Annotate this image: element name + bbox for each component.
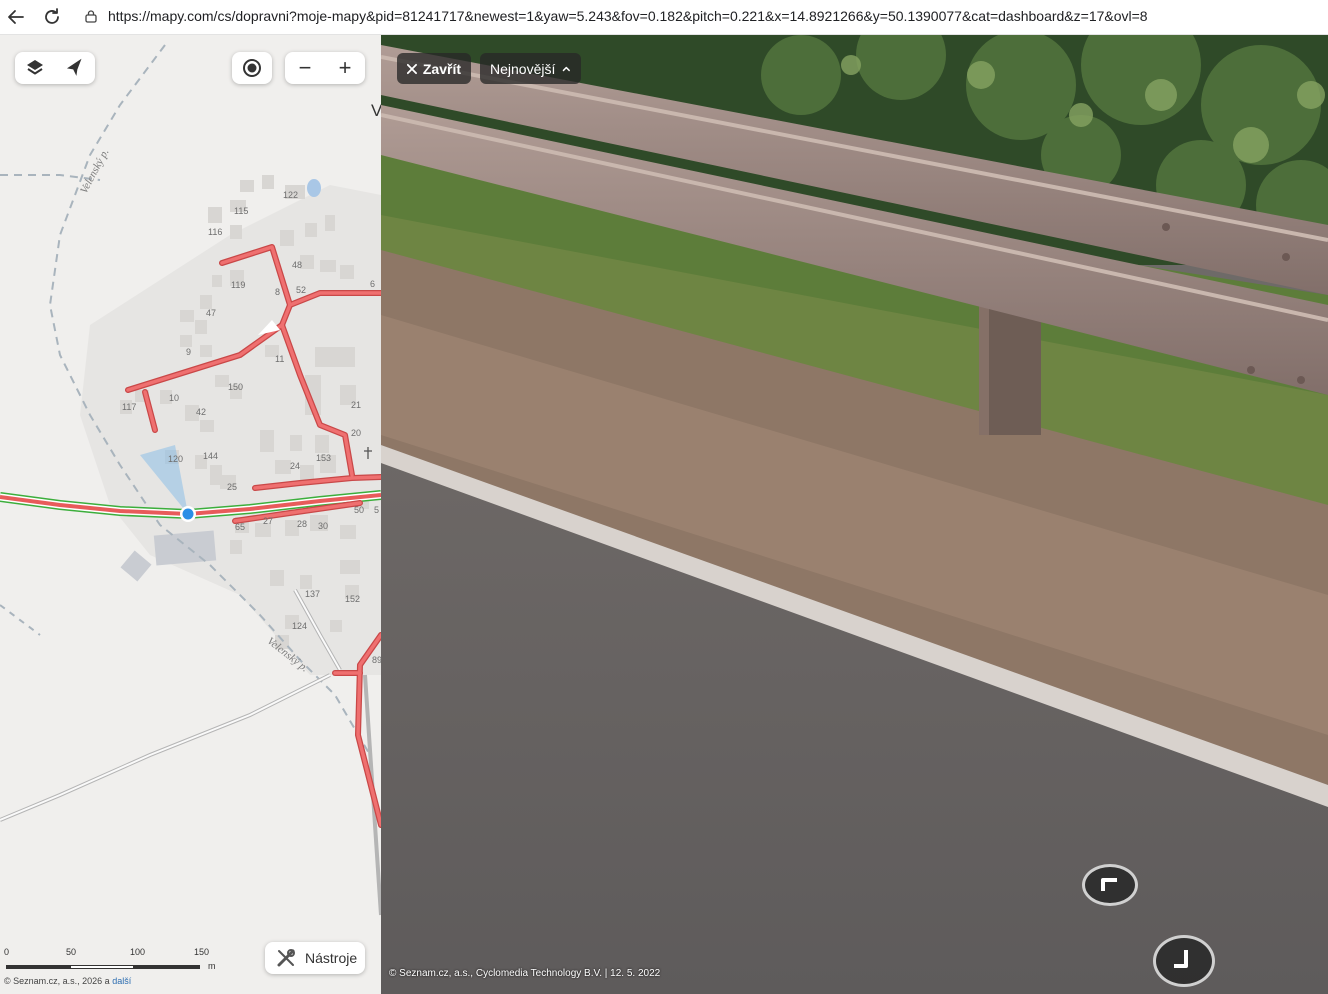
locate-control [232,52,272,84]
partial-place-label: V [371,101,381,120]
panorama-image[interactable] [381,35,1328,994]
scale-segment [134,965,200,969]
house-number: 152 [345,594,361,604]
back-button[interactable] [4,5,28,29]
house-number: 48 [292,260,303,270]
newest-dropdown[interactable]: Nejnovější [480,53,581,84]
scale-tick: 150 [194,947,210,957]
map-mode-controls [15,52,95,84]
house-number: 116 [208,227,223,237]
pano-arrow-icon [1101,878,1117,891]
house-number: 9 [186,347,192,357]
zoom-in-button[interactable]: + [325,52,365,84]
page-info-icon[interactable] [84,9,98,23]
house-number: 8 [275,287,281,297]
tools-button[interactable]: Nástroje [265,942,365,974]
house-number: 42 [196,407,207,417]
house-number: 115 [234,206,249,216]
locate-button[interactable] [232,52,272,84]
pano-arrow-icon [1174,950,1188,968]
chevron-up-icon [563,66,571,71]
house-number: 25 [227,482,238,492]
layers-button[interactable] [15,52,55,84]
scale-unit: m [208,961,216,971]
copyright-more-link[interactable]: další [112,976,131,986]
house-number: 6 [370,279,376,289]
house-number: 47 [206,308,217,318]
address-bar[interactable]: https://mapy.com/cs/dopravni?moje-mapy&p… [108,8,1148,24]
house-number: 10 [169,393,180,403]
panorama-credit: © Seznam.cz, a.s., Cyclomedia Technology… [389,968,661,979]
scale-segment [6,965,70,969]
scale-segment [70,965,134,969]
target-icon [243,59,261,77]
house-number: 153 [316,453,332,463]
scale-tick: 0 [4,947,10,957]
copyright-text: © Seznam.cz, a.s., 2026 a [4,976,110,986]
map-scale: 0 50 100 150 m [4,947,224,977]
close-icon [407,63,417,74]
reload-button[interactable] [40,5,64,29]
zoom-out-button[interactable]: − [285,52,325,84]
house-number: 137 [305,589,321,599]
scale-tick: 50 [66,947,77,957]
house-number: 50 [354,505,365,515]
house-number: 28 [297,519,308,529]
house-number: 144 [203,451,219,461]
house-number: 20 [351,428,362,438]
flight-button[interactable] [55,52,95,84]
scale-tick: 100 [130,947,146,957]
house-number: 150 [228,382,244,392]
map-panel[interactable]: 122 115 116 48 119 8 52 6 47 9 11 150 11… [0,35,381,994]
zoom-controls: − + [285,52,365,84]
house-number: 124 [292,621,308,631]
house-number: 117 [122,402,137,412]
tools-label: Nástroje [305,950,358,966]
house-number: 30 [318,521,329,531]
browser-toolbar: https://mapy.com/cs/dopravni?moje-mapy&p… [0,0,1328,35]
house-number: 65 [235,522,246,532]
arrow-left-icon [8,10,24,24]
house-number: 21 [351,400,362,410]
house-number: 5 [374,505,380,515]
panorama-view[interactable]: Zavřít Nejnovější © Seznam.cz, a.s., Cyc… [381,35,1328,994]
close-panorama-button[interactable]: Zavřít [397,53,471,84]
reload-icon [45,8,59,24]
house-number: 120 [168,454,184,464]
layers-icon [27,60,43,75]
map-copyright: © Seznam.cz, a.s., 2026 a další [4,976,131,986]
house-number: 27 [263,516,274,526]
house-number: 119 [231,280,246,290]
pano-nav-arrow[interactable] [1153,935,1215,987]
house-number: 11 [275,354,285,364]
tools-icon [277,949,295,967]
house-number: 122 [283,190,299,200]
house-number: 52 [296,285,307,295]
close-label: Zavřít [422,60,461,77]
map-canvas[interactable] [0,35,381,994]
house-number: 24 [290,461,301,471]
newest-label: Nejnovější [490,60,556,77]
pano-nav-arrow[interactable] [1082,864,1138,906]
airplane-icon [66,58,82,76]
house-number: 89 [372,655,381,665]
